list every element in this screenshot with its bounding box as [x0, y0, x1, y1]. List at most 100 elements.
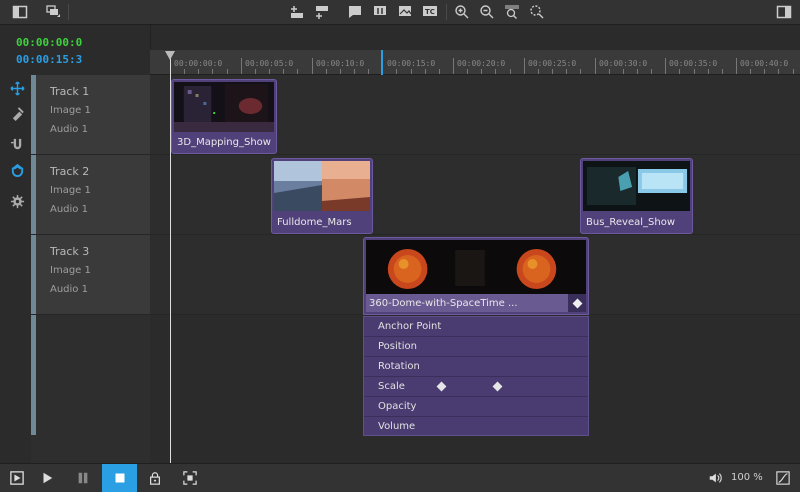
- ruler-tick: [311, 58, 313, 74]
- ruler-tick: [396, 69, 398, 74]
- track-header-1[interactable]: Track 1 Image 1 Audio 1: [31, 75, 150, 155]
- duration-timecode[interactable]: 00:00:15:3: [16, 53, 82, 66]
- ruler-tick: [651, 69, 653, 74]
- hover-cursor-line: [381, 50, 383, 75]
- ruler-tick: [283, 69, 285, 74]
- fit-to-screen-icon[interactable]: [181, 469, 199, 487]
- move-icon[interactable]: [8, 79, 26, 97]
- clip-fulldome-mars[interactable]: Fulldome_Mars: [271, 158, 373, 234]
- clip-label: 3D_Mapping_Show: [177, 137, 271, 148]
- add-track-above-icon[interactable]: [288, 3, 306, 21]
- keyframe-toggle-icon[interactable]: [568, 294, 586, 312]
- ruler-tick: [339, 69, 341, 74]
- time-ruler[interactable]: 00:00:00:0 00:00:05:0 00:00:10:0 00:00:1…: [150, 50, 800, 75]
- zoom-fit-icon[interactable]: [503, 3, 521, 21]
- image-marker-icon[interactable]: [396, 3, 414, 21]
- add-track-below-icon[interactable]: [313, 3, 331, 21]
- clip-thumbnail: [274, 161, 370, 211]
- transport-bar: 100 %: [0, 463, 800, 492]
- tool-strip: [0, 75, 31, 463]
- ruler-tick: [269, 69, 271, 74]
- ruler-tick: [254, 69, 256, 74]
- ruler-spacer: [150, 25, 800, 50]
- lock-icon[interactable]: [146, 469, 164, 487]
- playhead-handle[interactable]: [165, 51, 175, 60]
- ruler-tick: [424, 69, 426, 74]
- prop-rotation[interactable]: Rotation: [364, 357, 588, 377]
- prop-label: Opacity: [378, 401, 417, 412]
- prop-label: Rotation: [378, 361, 420, 372]
- pause-icon[interactable]: [74, 469, 92, 487]
- marker-icon[interactable]: [346, 3, 364, 21]
- ruler-tick: [481, 69, 483, 74]
- track-image-label: Image 1: [50, 185, 91, 196]
- prop-opacity[interactable]: Opacity: [364, 397, 588, 417]
- current-timecode[interactable]: 00:00:00:0: [16, 36, 82, 49]
- razor-icon[interactable]: [8, 104, 26, 122]
- layers-icon[interactable]: [44, 3, 62, 21]
- clip-label: Bus_Reveal_Show: [586, 217, 676, 228]
- zoom-out-icon[interactable]: [478, 3, 496, 21]
- ruler-tick: [750, 69, 752, 74]
- ruler-tick: [467, 69, 469, 74]
- ruler-label: 00:00:25:0: [528, 59, 577, 68]
- ruler-tick: [184, 69, 186, 74]
- clip-3d-mapping-show[interactable]: 3D_Mapping_Show: [171, 79, 277, 154]
- snap-magnet-icon[interactable]: [8, 135, 26, 153]
- zoom-in-icon[interactable]: [453, 3, 471, 21]
- stop-button[interactable]: [102, 464, 137, 492]
- ruler-tick: [736, 58, 737, 74]
- panel-toggle-icon[interactable]: [11, 3, 29, 21]
- track-lane-2[interactable]: [150, 155, 800, 235]
- track-header-3[interactable]: Track 3 Image 1 Audio 1: [31, 235, 150, 315]
- ruler-tick: [353, 69, 355, 74]
- settings-gear-icon[interactable]: [8, 192, 26, 210]
- clip-properties-panel: Anchor Point Position Rotation Scale Opa…: [363, 316, 589, 436]
- panel-right-icon[interactable]: [775, 3, 793, 21]
- ruler-tick: [495, 69, 497, 74]
- prop-position[interactable]: Position: [364, 337, 588, 357]
- play-from-start-icon[interactable]: [8, 469, 26, 487]
- zoom-level[interactable]: 100 %: [731, 472, 763, 483]
- ruler-label: 00:00:30:0: [599, 59, 648, 68]
- ruler-label: 00:00:15:0: [387, 59, 436, 68]
- zoom-reset-icon[interactable]: [528, 3, 546, 21]
- ruler-tick: [778, 69, 780, 74]
- ruler-tick: [212, 69, 214, 74]
- track-name: Track 3: [50, 245, 90, 258]
- timecode-icon[interactable]: TC: [421, 3, 439, 21]
- split-icon[interactable]: [371, 3, 389, 21]
- play-icon[interactable]: [38, 469, 56, 487]
- top-toolbar: TC: [0, 0, 800, 25]
- ruler-tick: [679, 69, 681, 74]
- ruler-label: 00:00:35:0: [669, 59, 718, 68]
- ruler-tick: [198, 69, 200, 74]
- volume-icon[interactable]: [706, 469, 724, 487]
- timecode-panel: 00:00:00:0 00:00:15:3: [0, 25, 150, 75]
- ruler-tick: [226, 69, 228, 74]
- keyframe-icon[interactable]: [436, 381, 447, 392]
- clip-label: 360-Dome-with-SpaceTime ...: [369, 298, 518, 309]
- ruler-tick: [410, 69, 412, 74]
- track-audio-label: Audio 1: [50, 124, 88, 135]
- prop-scale[interactable]: Scale: [364, 377, 588, 397]
- clip-bus-reveal-show[interactable]: Bus_Reveal_Show: [580, 158, 693, 234]
- keyframe-icon[interactable]: [492, 381, 503, 392]
- prop-volume[interactable]: Volume: [364, 417, 588, 437]
- track-image-label: Image 1: [50, 265, 91, 276]
- ruler-tick: [453, 58, 454, 74]
- prop-anchor-point[interactable]: Anchor Point: [364, 317, 588, 337]
- ruler-tick: [523, 58, 525, 74]
- track-header-2[interactable]: Track 2 Image 1 Audio 1: [31, 155, 150, 235]
- clip-360-dome-spacetime[interactable]: 360-Dome-with-SpaceTime ...: [363, 237, 589, 315]
- track-audio-label: Audio 1: [50, 284, 88, 295]
- clip-label: Fulldome_Mars: [277, 217, 352, 228]
- ruler-tick: [368, 69, 370, 74]
- ruler-tick: [438, 69, 440, 74]
- graph-editor-icon[interactable]: [774, 469, 792, 487]
- playhead-line: [170, 58, 171, 463]
- magnet-icon[interactable]: [8, 160, 26, 178]
- ruler-label: 00:00:40:0: [740, 59, 789, 68]
- ruler-tick: [580, 69, 582, 74]
- ruler-tick: [693, 69, 695, 74]
